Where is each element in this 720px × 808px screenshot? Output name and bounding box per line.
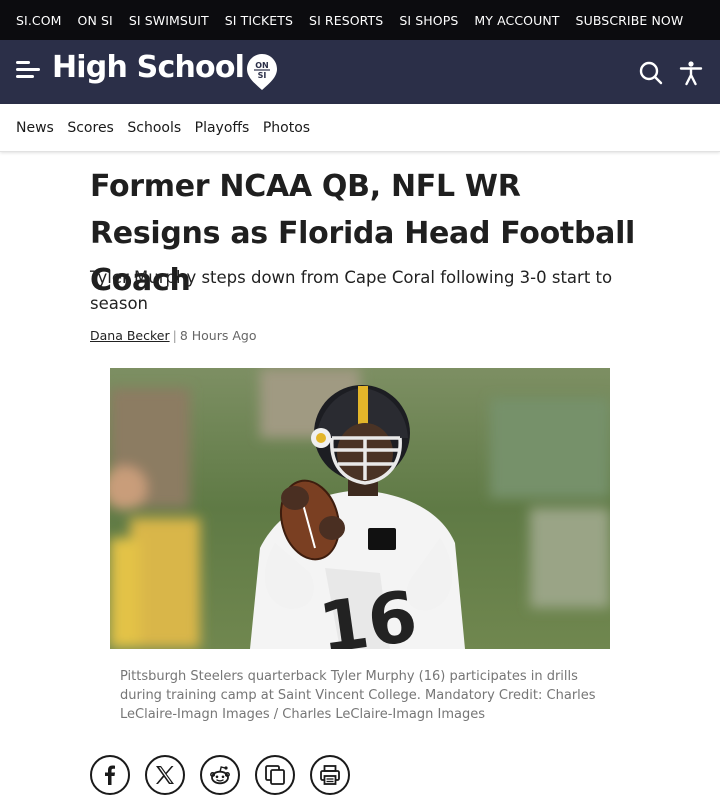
article-timestamp: 8 Hours Ago [179, 328, 257, 343]
copy-link-icon [265, 765, 285, 785]
topnav-si-swimsuit[interactable]: SI SWIMSUIT [129, 13, 209, 28]
site-header: High School ON SI [0, 40, 720, 104]
x-icon [156, 766, 174, 784]
author-link[interactable]: Dana Becker [90, 328, 170, 343]
print-button[interactable] [310, 755, 350, 795]
section-nav: News Scores Schools Playoffs Photos [0, 104, 720, 152]
nav-news[interactable]: News [16, 120, 54, 136]
byline-separator: | [172, 328, 177, 343]
football-player-photo: 16 [110, 368, 610, 649]
print-icon [320, 765, 340, 785]
topnav-si-com[interactable]: SI.COM [16, 13, 62, 28]
topnav-subscribe-now[interactable]: SUBSCRIBE NOW [576, 13, 684, 28]
top-utility-bar: SI.COM ON SI SI SWIMSUIT SI TICKETS SI R… [0, 0, 720, 40]
topnav-si-tickets[interactable]: SI TICKETS [225, 13, 293, 28]
share-toolbar [90, 755, 365, 795]
search-icon[interactable] [638, 60, 664, 86]
article-subheadline: Tyler Murphy steps down from Cape Coral … [90, 268, 613, 313]
svg-text:16: 16 [314, 575, 422, 649]
topbar-fade [680, 0, 720, 40]
site-logo-text[interactable]: High School [52, 50, 245, 85]
accessibility-icon[interactable] [678, 60, 704, 86]
topnav-my-account[interactable]: MY ACCOUNT [474, 13, 559, 28]
x-share-button[interactable] [145, 755, 185, 795]
on-si-badge-icon: ON SI [247, 54, 277, 90]
nav-photos[interactable]: Photos [263, 120, 310, 136]
nav-playoffs[interactable]: Playoffs [195, 120, 250, 136]
svg-text:SI: SI [258, 71, 267, 80]
article-hero-image[interactable]: 16 [110, 368, 610, 649]
svg-text:ON: ON [255, 61, 269, 70]
image-caption: Pittsburgh Steelers quarterback Tyler Mu… [120, 669, 596, 722]
reddit-icon [210, 766, 230, 785]
facebook-share-button[interactable] [90, 755, 130, 795]
reddit-share-button[interactable] [200, 755, 240, 795]
copy-link-button[interactable] [255, 755, 295, 795]
nav-scores[interactable]: Scores [67, 120, 114, 136]
menu-icon[interactable] [16, 59, 40, 83]
topnav-on-si[interactable]: ON SI [78, 13, 113, 28]
nav-schools[interactable]: Schools [127, 120, 181, 136]
topnav-si-shops[interactable]: SI SHOPS [399, 13, 458, 28]
topnav-si-resorts[interactable]: SI RESORTS [309, 13, 383, 28]
article-byline: Dana Becker | 8 Hours Ago [90, 328, 256, 343]
facebook-icon [105, 765, 115, 785]
